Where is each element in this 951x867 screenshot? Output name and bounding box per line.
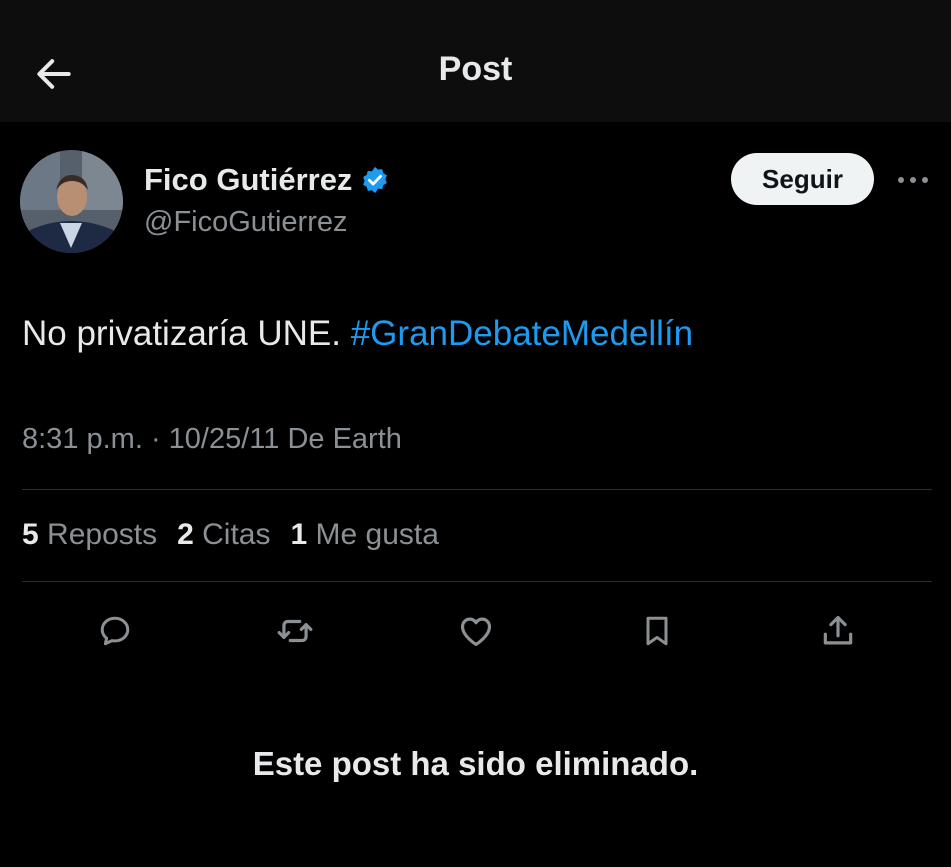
likes-label: Me gusta xyxy=(315,518,439,551)
more-horizontal-icon xyxy=(898,177,928,183)
bookmark-icon xyxy=(646,616,668,646)
likes-count: 1 xyxy=(290,518,308,551)
reposts-label: Reposts xyxy=(47,518,158,551)
avatar[interactable] xyxy=(20,150,123,253)
more-options-button[interactable] xyxy=(890,162,936,198)
author-display-name[interactable]: Fico Gutiérrez xyxy=(144,162,352,198)
engagement-stats: 5 Reposts 2 Citas 1 Me gusta xyxy=(22,518,439,552)
name-row: Fico Gutiérrez xyxy=(144,158,390,202)
share-button[interactable] xyxy=(813,606,863,656)
like-button[interactable] xyxy=(451,606,501,656)
bookmark-button[interactable] xyxy=(632,606,682,656)
action-bar xyxy=(0,606,951,656)
quotes-count: 2 xyxy=(177,518,194,551)
verified-badge-icon xyxy=(363,166,388,194)
hashtag-link[interactable]: #GranDebateMedellín xyxy=(351,314,693,353)
like-icon xyxy=(460,617,492,647)
post-text: No privatizaría UNE. #GranDebateMedellín xyxy=(22,314,693,354)
quotes-label: Citas xyxy=(202,518,271,551)
avatar-photo xyxy=(20,150,123,253)
reply-icon xyxy=(100,616,130,646)
share-icon xyxy=(823,615,853,645)
page-title: Post xyxy=(438,50,513,88)
author-handle[interactable]: @FicoGutierrez xyxy=(144,206,390,239)
likes-stat[interactable]: 1 Me gusta xyxy=(290,518,438,552)
repost-button[interactable] xyxy=(270,606,320,656)
divider xyxy=(22,581,932,582)
reposts-stat[interactable]: 5 Reposts xyxy=(22,518,157,552)
post-timestamp[interactable]: 8:31 p.m. · 10/25/11 De Earth xyxy=(22,423,402,456)
author-block: Fico Gutiérrez @FicoGutierrez xyxy=(144,158,390,239)
follow-button[interactable]: Seguir xyxy=(731,153,874,205)
top-bar: Post xyxy=(0,0,951,122)
repost-icon xyxy=(277,619,313,643)
reply-button[interactable] xyxy=(90,606,140,656)
quotes-stat[interactable]: 2 Citas xyxy=(177,518,270,552)
deleted-notice: Este post ha sido eliminado. xyxy=(252,745,699,782)
reposts-count: 5 xyxy=(22,518,39,551)
divider xyxy=(22,489,932,490)
post-body: No privatizaría UNE. xyxy=(22,314,351,353)
